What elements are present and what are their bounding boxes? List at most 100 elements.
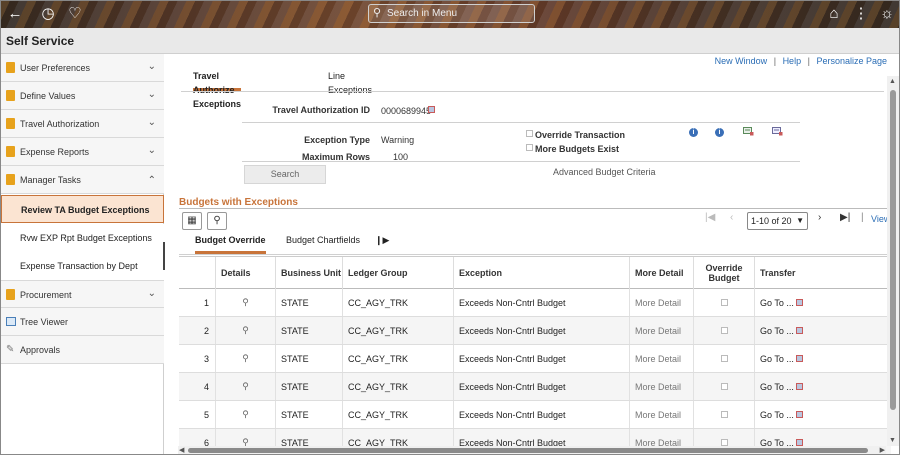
- sidebar-item-manager-tasks[interactable]: Manager Tasks ⌃: [1, 166, 164, 194]
- scroll-left-icon[interactable]: ◀: [179, 446, 184, 454]
- info-icon[interactable]: i: [689, 128, 698, 137]
- sidebar-item-label: Expense Reports: [20, 147, 90, 157]
- scroll-down-icon[interactable]: ▼: [889, 437, 896, 444]
- first-page-icon[interactable]: |◀: [705, 212, 715, 223]
- more-detail-link[interactable]: More Detail: [629, 401, 693, 428]
- chevron-down-icon: ▼: [796, 216, 804, 225]
- more-actions-icon[interactable]: ⋮: [852, 5, 870, 23]
- override-budget-checkbox[interactable]: [720, 299, 728, 306]
- table-row: 3 ⚲ STATE CC_AGY_TRK Exceeds Non-Cntrl B…: [179, 345, 891, 373]
- page-links: New Window | Help | Personalize Page: [711, 56, 887, 66]
- sidebar-item-define-values[interactable]: Define Values ⌄: [1, 82, 164, 110]
- grid-header: Details Business Unit Ledger Group Excep…: [179, 257, 891, 289]
- tab-budget-chartfields[interactable]: Budget Chartfields: [286, 234, 360, 254]
- history-icon[interactable]: ◷: [39, 5, 57, 23]
- side-navigation: User Preferences ⌄ Define Values ⌄ Trave…: [1, 54, 164, 454]
- more-detail-link[interactable]: More Detail: [629, 289, 693, 316]
- find-icon[interactable]: ⚲: [207, 212, 227, 230]
- info-icon[interactable]: i: [715, 128, 724, 137]
- override-budget-checkbox[interactable]: [720, 411, 728, 418]
- override-budget-checkbox[interactable]: [720, 383, 728, 390]
- help-link[interactable]: Help: [783, 56, 802, 66]
- go-to-link[interactable]: Go To ...: [760, 326, 794, 336]
- scroll-up-icon[interactable]: ▲: [889, 78, 896, 85]
- ta-id-link-icon[interactable]: [428, 105, 439, 114]
- document-icon[interactable]: [772, 127, 783, 136]
- go-to-icon[interactable]: [795, 355, 803, 362]
- column-header-business-unit: Business Unit: [275, 257, 342, 289]
- advanced-budget-criteria-link[interactable]: Advanced Budget Criteria: [553, 167, 656, 177]
- more-budgets-exist-checkbox[interactable]: [526, 144, 533, 151]
- navbar-compass-icon[interactable]: ☼: [878, 5, 896, 23]
- chevron-up-icon: ⌃: [147, 175, 156, 186]
- chevron-down-icon: ⌄: [147, 288, 156, 299]
- tab-line-exceptions[interactable]: Line Exceptions: [328, 69, 372, 95]
- vertical-scroll-thumb[interactable]: [890, 90, 896, 410]
- sidebar-item-tree-viewer[interactable]: Tree Viewer: [1, 308, 164, 336]
- sidebar-subitem-expense-transaction-by-dept[interactable]: Expense Transaction by Dept: [1, 252, 164, 280]
- menu-search-input[interactable]: ⚲ Search in Menu: [368, 4, 535, 23]
- tab-budget-override[interactable]: Budget Override: [195, 234, 266, 254]
- tabs-divider: [181, 91, 884, 92]
- go-to-link[interactable]: Go To ...: [760, 298, 794, 308]
- details-magnifier-icon[interactable]: ⚲: [242, 381, 249, 392]
- go-to-icon[interactable]: [795, 327, 803, 334]
- tab-travel-authorize-exceptions[interactable]: Travel Authorize Exceptions: [193, 69, 242, 109]
- more-detail-link[interactable]: More Detail: [629, 345, 693, 372]
- page-range-select[interactable]: 1-10 of 20 ▼: [747, 212, 808, 230]
- home-icon[interactable]: ⌂: [825, 5, 843, 23]
- horizontal-scroll-thumb[interactable]: [188, 448, 868, 453]
- sidebar-subitem-rvw-exp-rpt-budget-exceptions[interactable]: Rvw EXP Rpt Budget Exceptions: [1, 224, 164, 252]
- business-unit-cell: STATE: [275, 289, 342, 316]
- previous-page-icon[interactable]: ‹: [730, 212, 733, 223]
- sidebar-item-expense-reports[interactable]: Expense Reports ⌄: [1, 138, 164, 166]
- go-to-icon[interactable]: [795, 299, 803, 306]
- details-cell: ⚲: [215, 401, 275, 428]
- new-window-link[interactable]: New Window: [715, 56, 768, 66]
- details-magnifier-icon[interactable]: ⚲: [242, 353, 249, 364]
- sidebar-item-procurement[interactable]: Procurement ⌄: [1, 280, 164, 308]
- last-page-icon[interactable]: ▶|: [840, 212, 850, 223]
- sidebar-item-label: Procurement: [20, 290, 72, 300]
- override-budget-checkbox[interactable]: [720, 355, 728, 362]
- override-transaction-checkbox[interactable]: [526, 130, 533, 137]
- personalize-page-link[interactable]: Personalize Page: [816, 56, 887, 66]
- sidebar-subitem-review-ta-budget-exceptions[interactable]: Review TA Budget Exceptions: [1, 195, 164, 223]
- override-budget-checkbox[interactable]: [720, 439, 728, 446]
- sidebar-item-travel-authorization[interactable]: Travel Authorization ⌄: [1, 110, 164, 138]
- go-to-icon[interactable]: [795, 383, 803, 390]
- row-number: 2: [203, 325, 209, 336]
- column-header-row-number: [179, 257, 215, 289]
- more-detail-link[interactable]: More Detail: [629, 373, 693, 400]
- show-all-columns-icon[interactable]: ❙▶: [375, 234, 389, 254]
- details-magnifier-icon[interactable]: ⚲: [242, 409, 249, 420]
- back-icon[interactable]: ←: [6, 5, 24, 23]
- details-magnifier-icon[interactable]: ⚲: [242, 297, 249, 308]
- go-to-link[interactable]: Go To ...: [760, 382, 794, 392]
- go-to-link[interactable]: Go To ...: [760, 410, 794, 420]
- sidebar-item-approvals[interactable]: ✎ Approvals: [1, 336, 164, 364]
- go-to-icon[interactable]: [795, 411, 803, 418]
- ta-id-label: Travel Authorization ID: [272, 105, 370, 115]
- details-magnifier-icon[interactable]: ⚲: [242, 325, 249, 336]
- scroll-right-icon[interactable]: ▶: [880, 446, 885, 454]
- next-page-icon[interactable]: ›: [818, 212, 821, 223]
- vertical-scrollbar[interactable]: ▲ ▼: [887, 76, 899, 446]
- go-to-link[interactable]: Go To ...: [760, 354, 794, 364]
- go-to-icon[interactable]: [795, 439, 803, 446]
- notes-icon[interactable]: [743, 127, 754, 136]
- override-budget-checkbox[interactable]: [720, 327, 728, 334]
- horizontal-scrollbar[interactable]: ◀ ▶: [178, 446, 886, 454]
- chevron-down-icon: ⌄: [147, 145, 156, 156]
- more-detail-link[interactable]: More Detail: [629, 317, 693, 344]
- search-button[interactable]: Search: [244, 165, 326, 184]
- personalize-grid-icon[interactable]: ▦: [182, 212, 202, 230]
- chevron-down-icon: ⌄: [147, 61, 156, 72]
- table-row: 2 ⚲ STATE CC_AGY_TRK Exceeds Non-Cntrl B…: [179, 317, 891, 345]
- business-unit-cell: STATE: [275, 317, 342, 344]
- favorites-heart-icon[interactable]: ♡: [66, 5, 84, 23]
- sidebar-item-user-preferences[interactable]: User Preferences ⌄: [1, 54, 164, 82]
- exception-cell: Exceeds Non-Cntrl Budget: [453, 373, 629, 400]
- sidebar-subitem-label: Expense Transaction by Dept: [20, 261, 138, 271]
- sidebar-item-label: Define Values: [20, 91, 76, 101]
